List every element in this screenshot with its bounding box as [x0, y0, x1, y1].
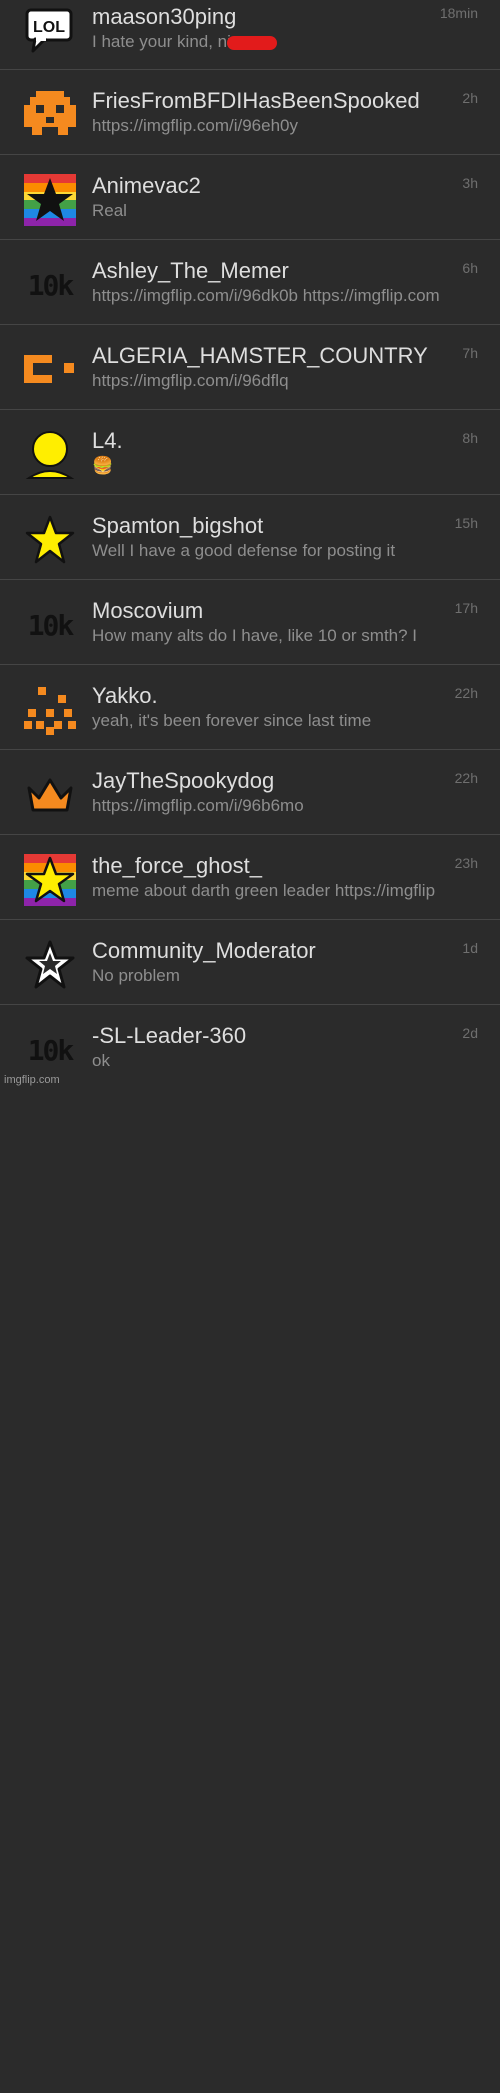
svg-text:LOL: LOL: [33, 19, 65, 36]
conversation-row-community-moderator[interactable]: Community_Moderator No problem 1d: [0, 920, 500, 1005]
conversation-time: 22h: [454, 685, 478, 701]
conversation-preview: ok: [92, 1051, 110, 1070]
conversation-row-l4[interactable]: L4. 🍔 8h: [0, 410, 500, 495]
conversation-time: 6h: [462, 260, 478, 276]
rainbow-black-star-icon: [22, 172, 78, 228]
outline-star-icon: [22, 937, 78, 993]
conversation-row-sl-leader-360[interactable]: 10k -SL-Leader-360 ok 2d: [0, 1005, 500, 2093]
conversation-preview: https://imgflip.com/i/96dflq: [92, 371, 289, 390]
conversation-preview: https://imgflip.com/i/96dk0b https://img…: [92, 286, 440, 305]
conversation-row-maason30ping[interactable]: LOL maason30ping I hate your kind, ni 18…: [0, 0, 500, 70]
conversation-row-spamton-bigshot[interactable]: Spamton_bigshot Well I have a good defen…: [0, 495, 500, 580]
conversation-row-the-force-ghost[interactable]: the_force_ghost_ meme about darth green …: [0, 835, 500, 920]
conversation-preview: meme about darth green leader https://im…: [92, 881, 436, 900]
conversation-name: Yakko.: [92, 683, 158, 708]
yellow-person-icon: [22, 427, 78, 483]
conversation-name: Moscovium: [92, 598, 204, 623]
conversation-name: L4.: [92, 428, 123, 453]
rainbow-yellow-star-icon: [22, 852, 78, 908]
conversation-preview: Well I have a good defense for posting i…: [92, 541, 396, 560]
conversation-time: 18min: [439, 5, 478, 21]
conversation-name: Ashley_The_Memer: [92, 258, 289, 283]
orange-pixel-pattern-icon: [22, 682, 78, 738]
orange-crown-icon: [22, 767, 78, 823]
imgflip-watermark: imgflip.com: [4, 1074, 60, 1086]
yellow-star-icon: [22, 512, 78, 568]
conversation-time: 22h: [454, 770, 478, 786]
conversation-time: 3h: [462, 175, 478, 191]
conversation-name: maason30ping: [92, 4, 237, 29]
conversation-name: -SL-Leader-360: [92, 1023, 247, 1048]
conversation-row-moscovium[interactable]: 10k Moscovium How many alts do I have, l…: [0, 580, 500, 665]
conversation-name: ALGERIA_HAMSTER_COUNTRY: [92, 343, 428, 368]
conversation-preview: yeah, it's been forever since last time: [92, 711, 372, 730]
10k-icon: 10k: [27, 268, 75, 302]
conversation-row-jaythespookydog[interactable]: JayTheSpookydog https://imgflip.com/i/96…: [0, 750, 500, 835]
10k-icon: 10k: [27, 1033, 75, 1067]
conversation-name: JayTheSpookydog: [92, 768, 275, 793]
lol-bubble-icon: LOL: [22, 2, 78, 58]
conversation-row-ashley-the-memer[interactable]: 10k Ashley_The_Memer https://imgflip.com…: [0, 240, 500, 325]
conversation-preview: https://imgflip.com/i/96b6mo: [92, 796, 304, 815]
conversation-preview: How many alts do I have, like 10 or smth…: [92, 626, 418, 645]
conversation-time: 15h: [454, 515, 478, 531]
10k-icon: 10k: [27, 608, 75, 642]
conversation-time: 1d: [462, 940, 478, 956]
orange-pixel-c-icon: [22, 342, 78, 398]
conversation-preview: I hate your kind, ni: [92, 31, 480, 53]
conversation-name: FriesFromBFDIHasBeenSpooked: [92, 88, 420, 113]
conversation-row-animevac2[interactable]: Animevac2 Real 3h: [0, 155, 500, 240]
conversation-preview: Real: [92, 201, 127, 220]
conversation-row-yakko[interactable]: Yakko. yeah, it's been forever since las…: [0, 665, 500, 750]
conversation-time: 7h: [462, 345, 478, 361]
conversation-row-algeria-hamster[interactable]: ALGERIA_HAMSTER_COUNTRY https://imgflip.…: [0, 325, 500, 410]
orange-pixel-ghost-icon: [22, 87, 78, 143]
conversation-time: 2d: [462, 1025, 478, 1041]
conversation-time: 8h: [462, 430, 478, 446]
conversation-row-friesfrombfdi[interactable]: FriesFromBFDIHasBeenSpooked https://imgf…: [0, 70, 500, 155]
censor-mark: [226, 35, 277, 50]
conversation-time: 17h: [454, 600, 478, 616]
conversation-preview: 🍔: [92, 456, 114, 475]
conversation-list: LOL maason30ping I hate your kind, ni 18…: [0, 0, 500, 2093]
conversation-name: Community_Moderator: [92, 938, 316, 963]
conversation-time: 23h: [454, 855, 478, 871]
conversation-time: 2h: [462, 90, 478, 106]
conversation-preview: No problem: [92, 966, 180, 985]
conversation-name: the_force_ghost_: [92, 853, 263, 878]
conversation-preview: https://imgflip.com/i/96eh0y: [92, 116, 298, 135]
conversation-name: Animevac2: [92, 173, 201, 198]
conversation-name: Spamton_bigshot: [92, 513, 264, 538]
